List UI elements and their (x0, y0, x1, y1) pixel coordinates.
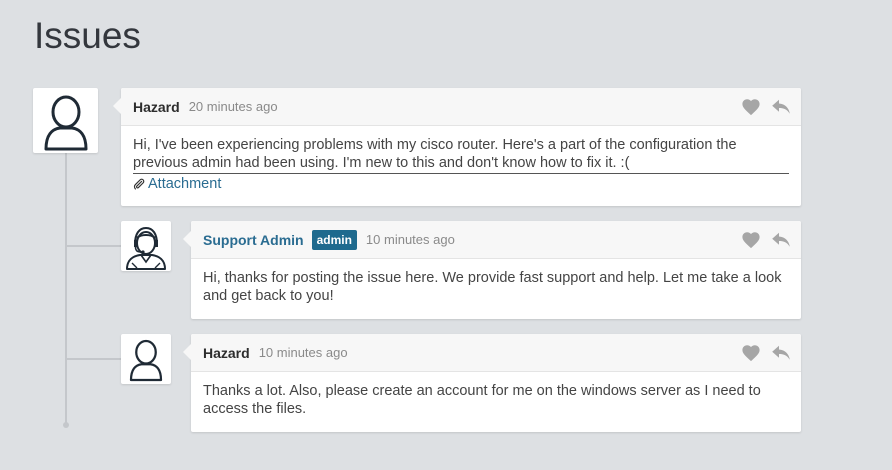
comment-header: Hazard 20 minutes ago (121, 88, 801, 126)
comment-header: Hazard 10 minutes ago (191, 334, 801, 372)
comment-author[interactable]: Hazard (133, 99, 180, 115)
user-avatar-icon (129, 339, 163, 382)
support-agent-icon (126, 226, 166, 270)
reply-icon[interactable] (771, 345, 791, 361)
comment-body: Hi, thanks for posting the issue here. W… (191, 259, 801, 316)
comment-actions (741, 334, 791, 371)
issues-page: Issues Hazard 20 minutes ago Hi, I've be… (0, 0, 892, 470)
attachment-link[interactable]: Attachment (133, 175, 789, 193)
heart-icon[interactable] (741, 231, 761, 249)
comment-author[interactable]: Support Admin (203, 232, 304, 248)
thread-line (65, 153, 67, 425)
comment-actions (741, 221, 791, 258)
attachment-label[interactable]: Attachment (148, 175, 221, 193)
comment-body: Hi, I've been experiencing problems with… (121, 126, 801, 203)
thread-end-dot (63, 422, 69, 428)
comment-time: 10 minutes ago (365, 232, 455, 247)
heart-icon[interactable] (741, 344, 761, 362)
comment-text: Hi, I've been experiencing problems with… (133, 136, 789, 174)
reply-icon[interactable] (771, 232, 791, 248)
thread-branch (66, 245, 122, 247)
comment-header: Support Admin admin 10 minutes ago (191, 221, 801, 259)
comment: Hazard 20 minutes ago Hi, I've been expe… (113, 88, 801, 206)
heart-icon[interactable] (741, 98, 761, 116)
user-avatar-icon (44, 95, 87, 150)
comment-time: 20 minutes ago (188, 99, 278, 114)
paperclip-icon (133, 178, 145, 190)
comment-body: Thanks a lot. Also, please create an acc… (191, 372, 801, 429)
comment: Hazard 10 minutes ago Thanks a lot. Also… (183, 334, 801, 432)
comment: Support Admin admin 10 minutes ago Hi, t… (183, 221, 801, 319)
comment-text: Hi, thanks for posting the issue here. W… (203, 270, 782, 304)
avatar[interactable] (33, 88, 98, 153)
admin-badge: admin (311, 229, 357, 250)
avatar[interactable] (121, 221, 171, 271)
page-title: Issues (34, 15, 141, 56)
thread-branch (66, 358, 122, 360)
comment-author[interactable]: Hazard (203, 345, 250, 361)
reply-icon[interactable] (771, 99, 791, 115)
avatar[interactable] (121, 334, 171, 384)
comment-time: 10 minutes ago (258, 345, 348, 360)
comment-text: Thanks a lot. Also, please create an acc… (203, 383, 761, 417)
comment-actions (741, 88, 791, 125)
